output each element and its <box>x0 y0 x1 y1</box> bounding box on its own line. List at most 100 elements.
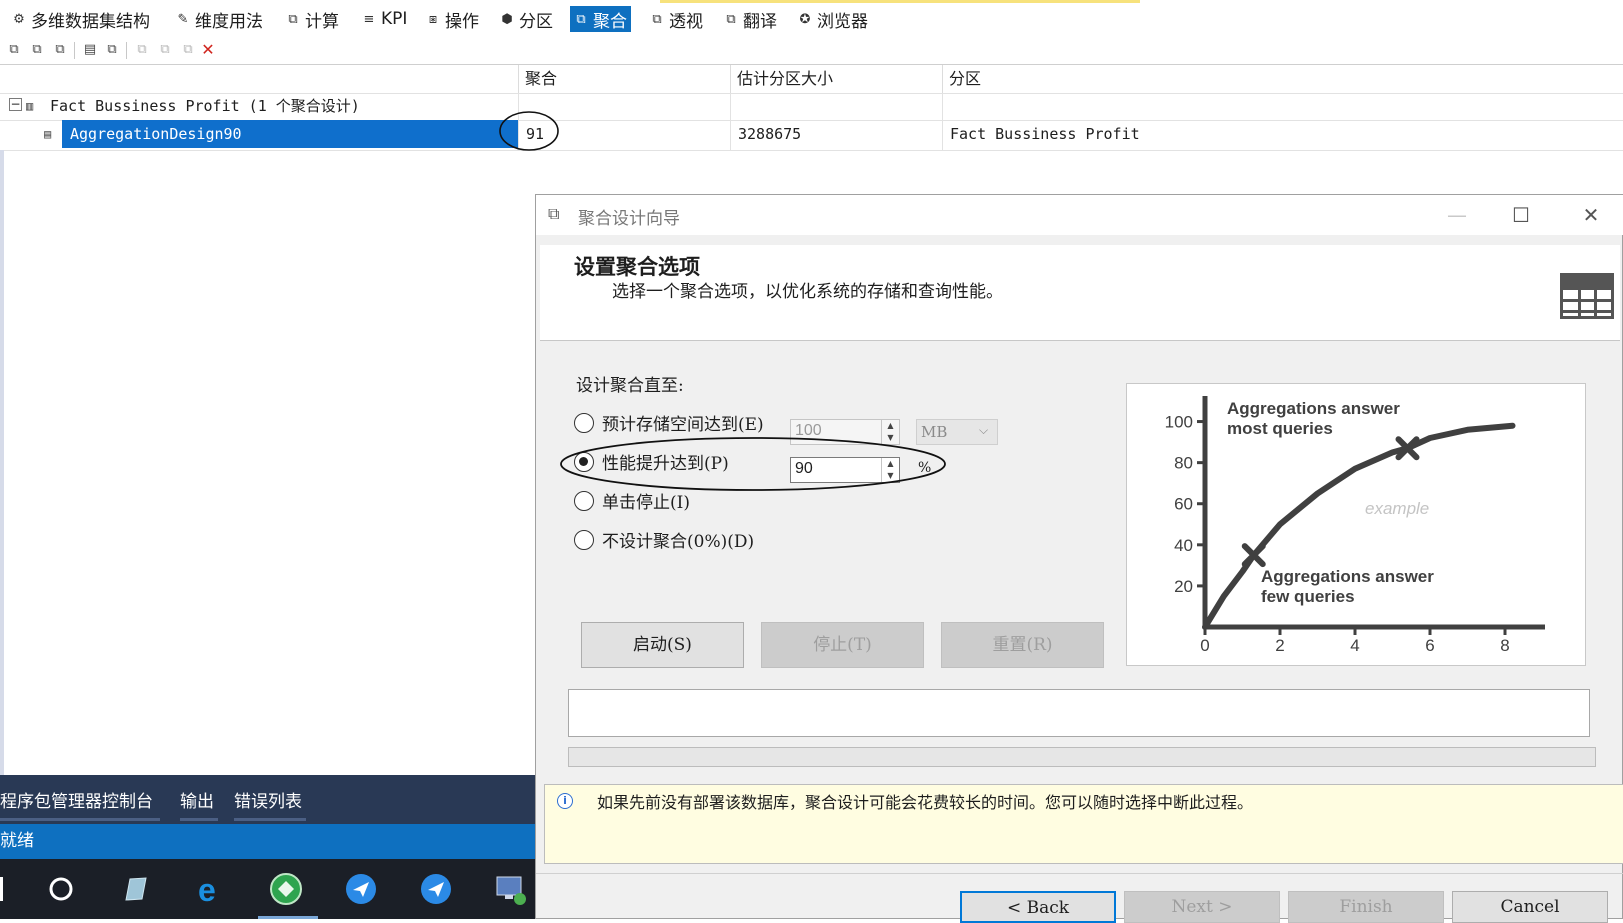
info-text: 如果先前没有部署该数据库，聚合设计可能会花费较长的时间。您可以随时选择中断此过程… <box>597 793 1254 812</box>
browser-icon: ✪ <box>799 11 811 27</box>
taskbar-edge <box>0 877 3 901</box>
svg-text:e: e <box>198 873 216 905</box>
app-window-icon[interactable] <box>117 871 153 907</box>
edge-browser-icon[interactable]: e <box>194 871 230 907</box>
tab-dimension-usage[interactable]: ✎ 维度用法 <box>172 6 267 32</box>
tab-underline <box>234 818 306 821</box>
column-divider <box>730 93 731 150</box>
status-message-box <box>568 689 1590 737</box>
visual-studio-icon[interactable] <box>492 871 528 907</box>
storage-radio[interactable] <box>574 413 594 433</box>
perspective-icon: ⧉ <box>652 11 662 27</box>
y-tick-label: 40 <box>1174 536 1193 555</box>
taskbar: e <box>0 859 536 919</box>
click-stop-radio[interactable] <box>574 491 594 511</box>
column-divider <box>942 93 943 150</box>
minimize-button: — <box>1447 203 1467 227</box>
annotation-few-queries: few queries <box>1261 587 1355 606</box>
tab-perspectives[interactable]: ⧉ 透视 <box>646 6 707 32</box>
x-tick-label: 6 <box>1425 636 1434 655</box>
kpi-icon: ≡ <box>363 11 375 27</box>
wizard-header: 设置聚合选项 选择一个聚合选项，以优化系统的存储和查询性能。 <box>540 245 1620 341</box>
measure-group-label[interactable]: Fact Bussiness Profit (1 个聚合设计) <box>50 92 360 120</box>
aggregation-icon: ⧉ <box>576 11 586 27</box>
design-until-label: 设计聚合直至: <box>576 376 684 396</box>
click-stop-option-label[interactable]: 单击停止(I) <box>602 488 690 513</box>
reset-button: 重置(R) <box>941 622 1104 668</box>
edit-design-icon[interactable]: ⧉ <box>104 42 120 58</box>
copy-design-icon[interactable]: ⧉ <box>52 42 68 58</box>
delete-icon[interactable]: ✕ <box>200 42 216 58</box>
annotation-most-queries: Aggregations answer <box>1227 399 1400 418</box>
rename-design-icon: ⧉ <box>160 42 170 57</box>
tab-kpi[interactable]: ≡ KPI <box>358 6 411 32</box>
tab-aggregations[interactable]: ⧉ 聚合 <box>570 6 631 32</box>
aggregation-grid: 聚合 估计分区大小 分区 − ▥ Fact Bussiness Profit (… <box>0 64 1623 151</box>
chevron-down-icon: ⌵ <box>979 423 989 437</box>
y-tick-label: 20 <box>1174 577 1193 596</box>
tab-actions[interactable]: ⧆ 操作 <box>422 6 483 32</box>
no-aggregation-option-label[interactable]: 不设计聚合(0%)(D) <box>602 527 754 552</box>
messenger-icon[interactable] <box>343 871 379 907</box>
finish-button: Finish <box>1288 891 1444 923</box>
tab-browser[interactable]: ✪ 浏览器 <box>794 6 872 32</box>
calculation-icon: ⧉ <box>288 11 298 27</box>
dimension-usage-icon: ✎ <box>177 11 189 27</box>
column-header-partition[interactable]: 分区 <box>942 65 1623 93</box>
y-tick-label: 100 <box>1165 413 1193 432</box>
partition-name[interactable]: Fact Bussiness Profit <box>950 120 1140 148</box>
storage-option-label[interactable]: 预计存储空间达到(E) <box>602 410 764 435</box>
title-accent-strip <box>660 0 1140 3</box>
column-header-aggregations[interactable]: 聚合 <box>518 65 730 93</box>
aggregation-toolbar: ⧉ ⧉ ⧉ ▤ ⧉ ⧉ ⧉ ⧉ ✕ <box>0 38 1623 64</box>
x-tick-label: 4 <box>1350 636 1359 655</box>
tab-output[interactable]: 输出 <box>180 787 218 821</box>
table-grid-icon <box>1560 273 1614 319</box>
cancel-button[interactable]: Cancel <box>1452 891 1608 923</box>
wizard-app-icon: ⧉ <box>548 204 560 223</box>
designer-tab-bar: ⚙ 多维数据集结构 ✎ 维度用法 ⧉ 计算 ≡ KPI ⧆ 操作 ⬢ 分区 ⧉ 聚合 ⧉ 透视 … <box>0 0 1623 38</box>
tab-package-manager-console[interactable]: 程序包管理器控制台 <box>0 787 160 821</box>
chart-canvas: 204060801000 2 4 6 8Aggregations answermost … <box>1165 396 1545 655</box>
design-aggregations-icon[interactable]: ⧉ <box>6 42 22 58</box>
stop-button: 停止(T) <box>761 622 924 668</box>
aggregation-design-icon: ▤ <box>44 127 52 141</box>
action-icon: ⧆ <box>428 11 438 27</box>
aggregation-design-name[interactable]: AggregationDesign90 <box>62 120 518 148</box>
no-aggregation-radio[interactable] <box>574 530 594 550</box>
maximize-button[interactable]: ☐ <box>1498 199 1544 231</box>
editor-left-border <box>0 150 4 775</box>
info-icon: i <box>557 793 573 809</box>
tab-partitions[interactable]: ⬢ 分区 <box>496 6 557 32</box>
advanced-view-icon[interactable]: ▤ <box>82 42 98 58</box>
collapse-toggle[interactable]: − <box>9 98 22 111</box>
translation-icon: ⧉ <box>726 11 736 27</box>
bottom-pane-tabs: 程序包管理器控制台 输出 错误列表 <box>0 775 536 824</box>
tab-error-list[interactable]: 错误列表 <box>234 787 306 821</box>
toolbar-separator <box>126 42 127 59</box>
start-button[interactable]: 启动(S) <box>581 622 744 668</box>
tab-calculations[interactable]: ⧉ 计算 <box>282 6 343 32</box>
x-tick-label: 2 <box>1275 636 1284 655</box>
annotation-few-queries: Aggregations answer <box>1261 567 1434 586</box>
status-bar: 就绪 <box>0 824 536 859</box>
next-button: Next > <box>1124 891 1280 923</box>
dialog-title-bar[interactable]: ⧉ 聚合设计向导 — ☐ ✕ <box>536 195 1623 235</box>
row-divider <box>0 150 1623 151</box>
toolbar-separator <box>74 42 75 59</box>
annotation-most-queries: most queries <box>1227 419 1333 438</box>
back-button[interactable]: < Back <box>960 891 1116 923</box>
chart-watermark: example <box>1365 499 1429 518</box>
close-button[interactable]: ✕ <box>1568 199 1614 231</box>
tab-translations[interactable]: ⧉ 翻译 <box>720 6 781 32</box>
x-tick-label: 8 <box>1500 636 1509 655</box>
tab-cube-structure[interactable]: ⚙ 多维数据集结构 <box>8 6 154 32</box>
browser-green-icon[interactable] <box>268 871 304 907</box>
usage-optimization-icon[interactable]: ⧉ <box>29 42 45 58</box>
assign-design-icon: ⧉ <box>137 42 147 57</box>
aggregation-design-wizard: ⧉ 聚合设计向导 — ☐ ✕ 设置聚合选项 选择一个聚合选项，以优化系统的存储和… <box>535 194 1623 923</box>
cortana-icon[interactable] <box>43 871 79 907</box>
estimated-partition-size[interactable]: 3288675 <box>738 120 801 148</box>
messenger-icon[interactable] <box>418 871 454 907</box>
column-header-estimated-size[interactable]: 估计分区大小 <box>730 65 942 93</box>
